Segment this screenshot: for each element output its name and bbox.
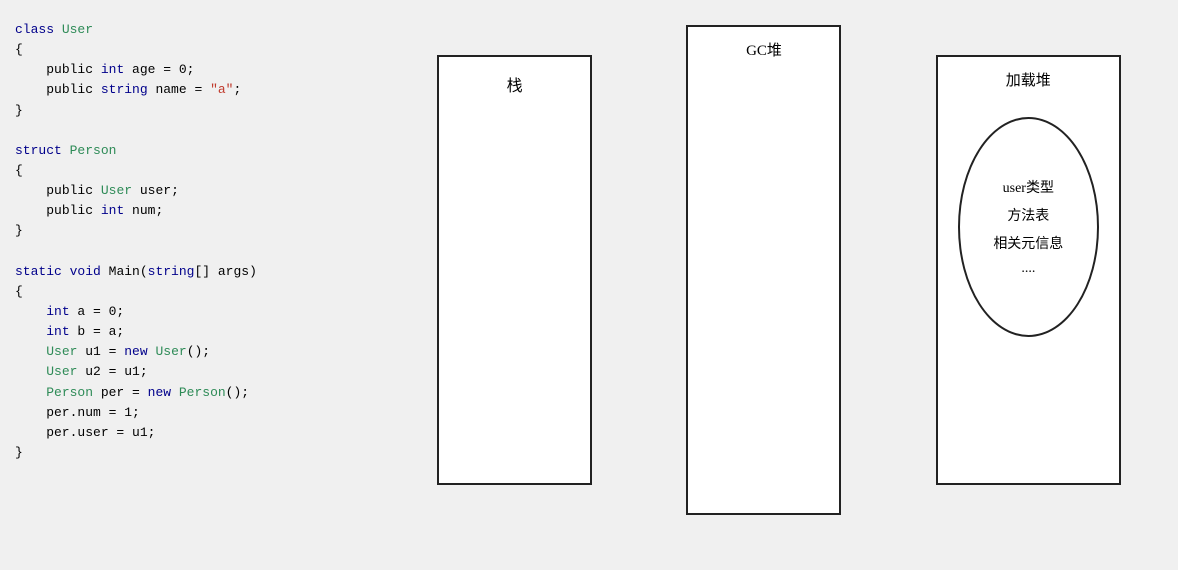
stack-box: 栈: [437, 55, 592, 485]
oval-line1: user类型: [1003, 177, 1054, 197]
code-block: class User { public int age = 0; public …: [15, 20, 375, 463]
oval-line3: 相关元信息: [993, 233, 1063, 253]
diagram-area: 栈 GC堆 加载堆 user类型 方法表 相关元信息 ....: [390, 10, 1168, 560]
code-panel: class User { public int age = 0; public …: [10, 10, 380, 560]
stack-label: 栈: [507, 72, 523, 96]
oval-container: user类型 方法表 相关元信息 ....: [958, 117, 1099, 337]
gc-heap-label: GC堆: [746, 39, 782, 60]
oval-line2: 方法表: [1007, 205, 1049, 225]
gc-heap-box: GC堆: [686, 25, 841, 515]
load-heap-label: 加载堆: [1006, 69, 1051, 90]
oval-line4: ....: [1021, 261, 1035, 277]
load-heap-box: 加载堆 user类型 方法表 相关元信息 ....: [936, 55, 1121, 485]
main-container: class User { public int age = 0; public …: [0, 0, 1178, 570]
